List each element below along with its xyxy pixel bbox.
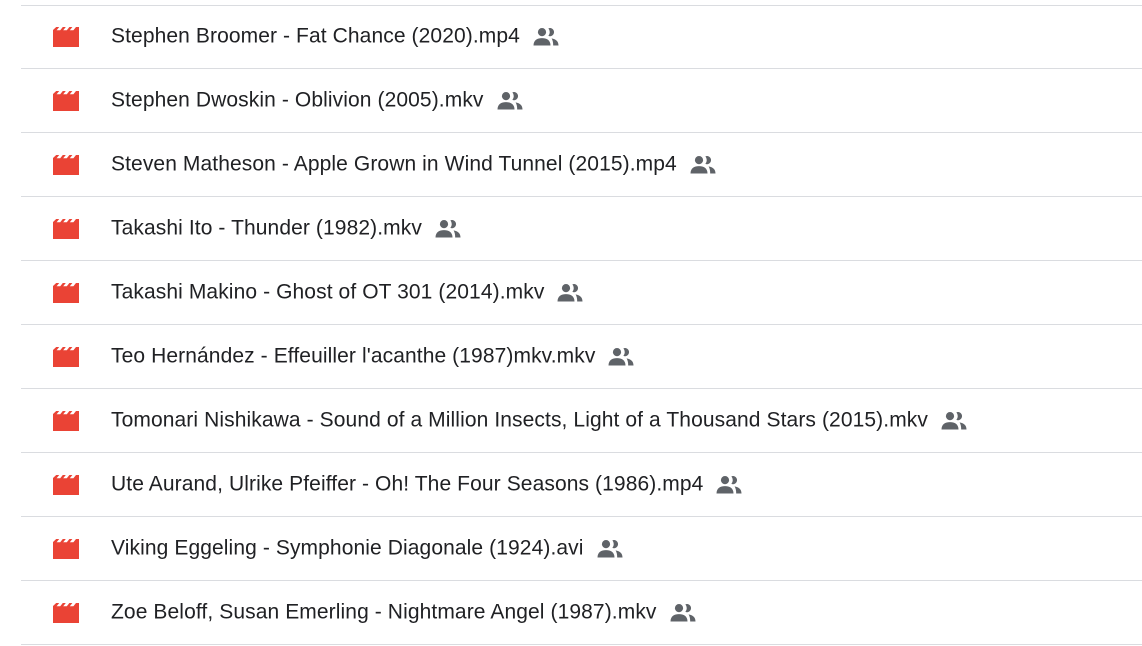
video-file-icon: [53, 474, 79, 495]
shared-people-icon: [716, 475, 742, 494]
file-row[interactable]: Viking Eggeling - Symphonie Diagonale (1…: [21, 517, 1142, 581]
video-file-icon: [53, 90, 79, 111]
shared-people-icon: [690, 155, 716, 174]
video-file-icon: [53, 538, 79, 559]
file-name-text: Viking Eggeling - Symphonie Diagonale (1…: [111, 536, 584, 560]
file-row[interactable]: Tomonari Nishikawa - Sound of a Million …: [21, 389, 1142, 453]
video-file-icon: [53, 218, 79, 239]
file-row[interactable]: Stephen Broomer - Fat Chance (2020).mp4: [21, 5, 1142, 69]
shared-people-icon: [608, 347, 634, 366]
file-name: Viking Eggeling - Symphonie Diagonale (1…: [111, 536, 623, 560]
shared-people-icon: [557, 283, 583, 302]
file-name-text: Takashi Makino - Ghost of OT 301 (2014).…: [111, 280, 545, 304]
file-name: Zoe Beloff, Susan Emerling - Nightmare A…: [111, 600, 696, 624]
file-list: Stephen Broomer - Fat Chance (2020).mp4 …: [21, 5, 1142, 645]
file-name-text: Ute Aurand, Ulrike Pfeiffer - Oh! The Fo…: [111, 472, 704, 496]
file-row[interactable]: Ute Aurand, Ulrike Pfeiffer - Oh! The Fo…: [21, 453, 1142, 517]
file-name-text: Tomonari Nishikawa - Sound of a Million …: [111, 408, 928, 432]
file-name-text: Zoe Beloff, Susan Emerling - Nightmare A…: [111, 600, 657, 624]
file-name: Stephen Broomer - Fat Chance (2020).mp4: [111, 24, 559, 48]
file-row[interactable]: Takashi Makino - Ghost of OT 301 (2014).…: [21, 261, 1142, 325]
file-name: Tomonari Nishikawa - Sound of a Million …: [111, 408, 967, 432]
file-name: Takashi Ito - Thunder (1982).mkv: [111, 216, 461, 240]
shared-people-icon: [597, 539, 623, 558]
video-file-icon: [53, 26, 79, 47]
file-row[interactable]: Steven Matheson - Apple Grown in Wind Tu…: [21, 133, 1142, 197]
file-name: Takashi Makino - Ghost of OT 301 (2014).…: [111, 280, 583, 304]
shared-people-icon: [497, 91, 523, 110]
file-name: Ute Aurand, Ulrike Pfeiffer - Oh! The Fo…: [111, 472, 742, 496]
shared-people-icon: [941, 411, 967, 430]
shared-people-icon: [435, 219, 461, 238]
file-name: Stephen Dwoskin - Oblivion (2005).mkv: [111, 88, 523, 112]
video-file-icon: [53, 602, 79, 623]
file-row[interactable]: Zoe Beloff, Susan Emerling - Nightmare A…: [21, 581, 1142, 645]
file-row[interactable]: Stephen Dwoskin - Oblivion (2005).mkv: [21, 69, 1142, 133]
shared-people-icon: [533, 27, 559, 46]
file-name-text: Stephen Broomer - Fat Chance (2020).mp4: [111, 24, 520, 48]
file-name-text: Takashi Ito - Thunder (1982).mkv: [111, 216, 422, 240]
video-file-icon: [53, 282, 79, 303]
video-file-icon: [53, 410, 79, 431]
file-row[interactable]: Takashi Ito - Thunder (1982).mkv: [21, 197, 1142, 261]
file-row[interactable]: Teo Hernández - Effeuiller l'acanthe (19…: [21, 325, 1142, 389]
file-name-text: Stephen Dwoskin - Oblivion (2005).mkv: [111, 88, 484, 112]
file-name: Steven Matheson - Apple Grown in Wind Tu…: [111, 152, 716, 176]
file-name: Teo Hernández - Effeuiller l'acanthe (19…: [111, 344, 634, 368]
file-name-text: Steven Matheson - Apple Grown in Wind Tu…: [111, 152, 677, 176]
video-file-icon: [53, 346, 79, 367]
shared-people-icon: [670, 603, 696, 622]
file-name-text: Teo Hernández - Effeuiller l'acanthe (19…: [111, 344, 596, 368]
video-file-icon: [53, 154, 79, 175]
